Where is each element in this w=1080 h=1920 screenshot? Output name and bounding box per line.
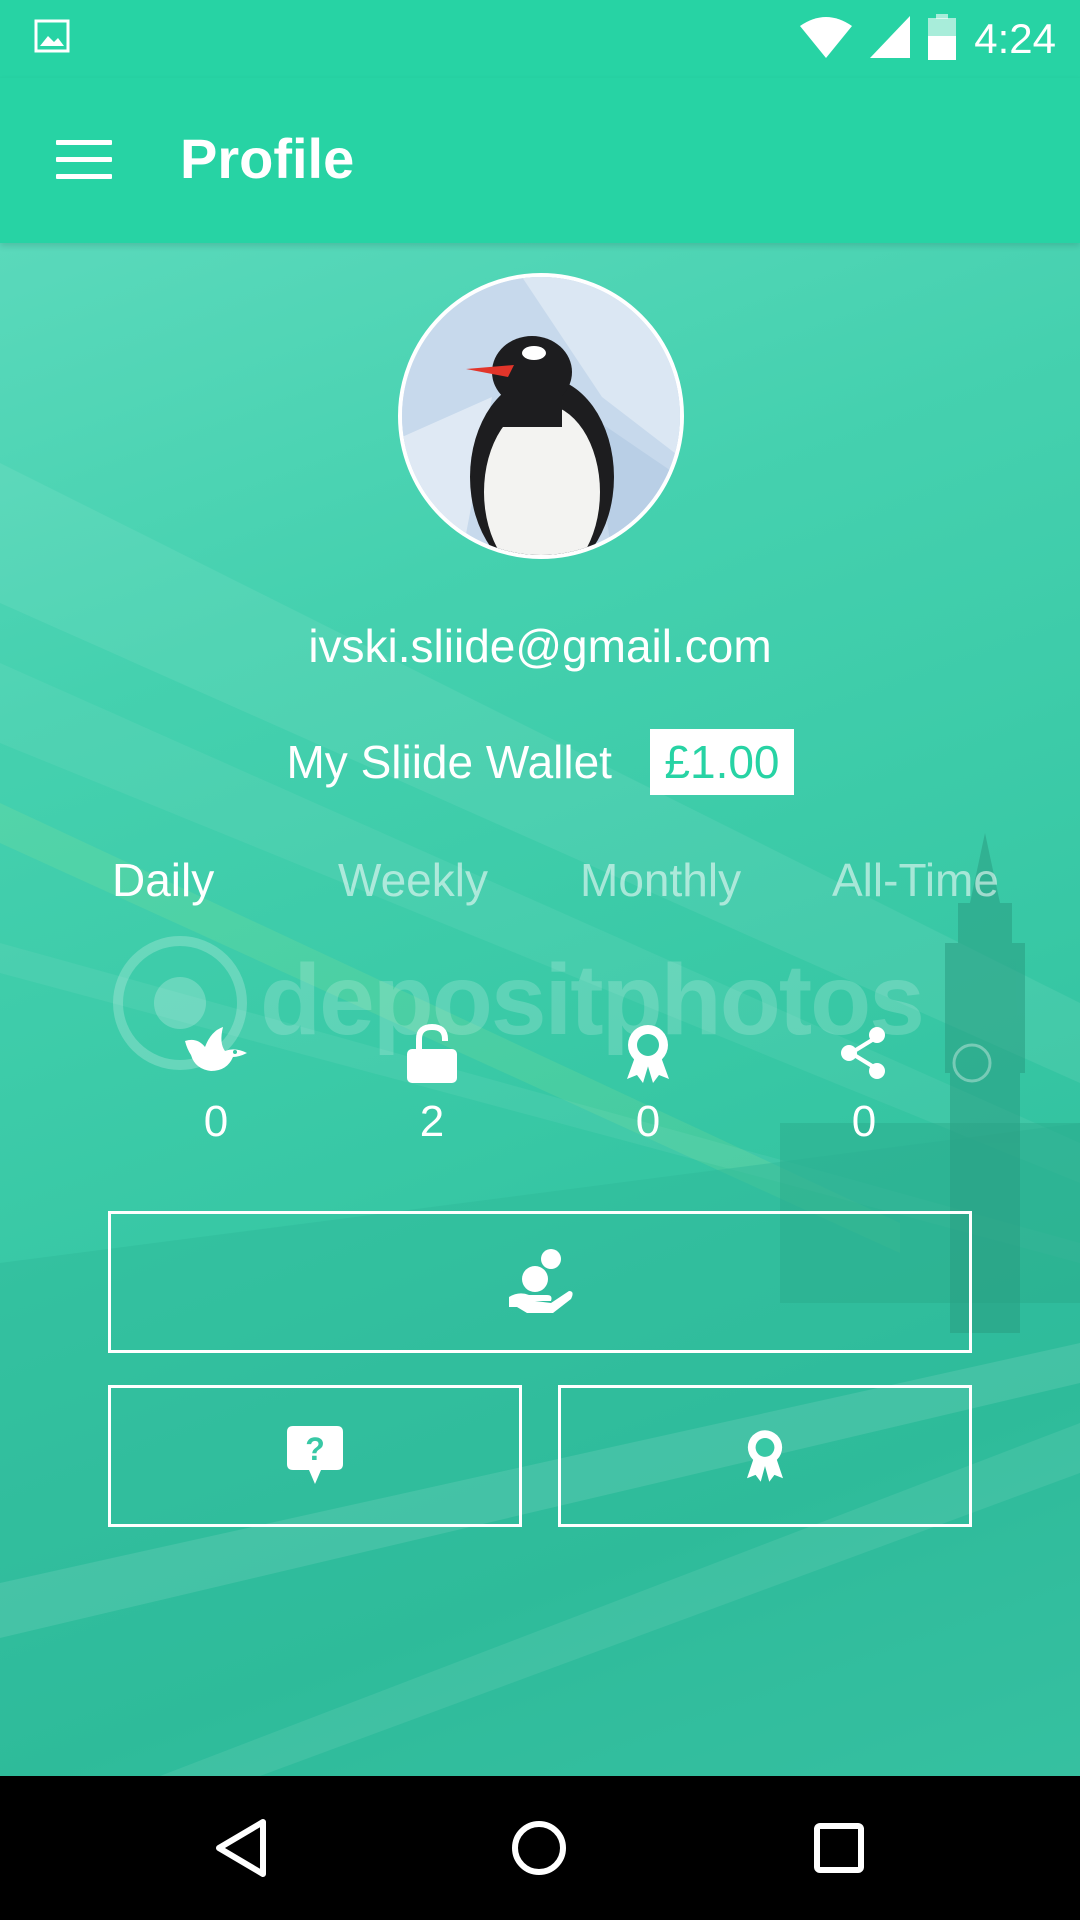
cell-signal-icon (870, 15, 911, 63)
battery-icon (928, 13, 957, 65)
award-icon (747, 1430, 783, 1482)
wallet-row: My Sliide Wallet £1.00 (0, 729, 1080, 795)
share-icon (841, 1027, 885, 1079)
tab-monthly[interactable]: Monthly (580, 853, 741, 907)
back-icon[interactable] (196, 1808, 286, 1888)
stat-count: 0 (851, 1097, 877, 1146)
tab-all-time[interactable]: All-Time (832, 853, 999, 907)
image-notification-icon (34, 18, 70, 59)
stat-count: 0 (635, 1097, 661, 1146)
award-icon (627, 1025, 669, 1083)
svg-text:?: ? (305, 1431, 325, 1467)
rewards-button[interactable] (558, 1385, 972, 1527)
user-email: ivski.sliide@gmail.com (308, 620, 772, 672)
hamburger-menu-icon[interactable] (42, 130, 114, 190)
wallet-label: My Sliide Wallet (286, 736, 612, 788)
home-icon[interactable] (494, 1808, 584, 1888)
stat-count: 0 (203, 1097, 229, 1146)
period-tabs: Daily Weekly Monthly All-Time (0, 853, 1080, 923)
stats-row: 0 2 0 0 (0, 1023, 1080, 1183)
wifi-icon (800, 16, 853, 63)
give-hand-icon (509, 1249, 573, 1313)
wallet-balance: £1.00 (650, 729, 794, 795)
help-button[interactable]: ? (108, 1385, 522, 1527)
unlock-icon (407, 1023, 457, 1083)
stat-award: 0 (578, 1023, 718, 1147)
tab-weekly[interactable]: Weekly (338, 853, 488, 907)
stat-bird: 0 (146, 1023, 286, 1147)
recents-icon[interactable] (794, 1808, 884, 1888)
avatar[interactable] (398, 273, 684, 559)
help-question-icon: ? (287, 1426, 343, 1484)
stat-count: 2 (419, 1097, 445, 1146)
bird-icon (185, 1027, 247, 1071)
status-bar: 4:24 (0, 0, 1080, 78)
profile-content: depositphotos ivski.sliide@gmail.com My … (0, 243, 1080, 1776)
status-time: 4:24 (974, 15, 1056, 62)
tab-daily[interactable]: Daily (112, 853, 214, 907)
stat-unlock: 2 (362, 1023, 502, 1147)
stat-share: 0 (794, 1023, 934, 1147)
system-nav-bar (0, 1776, 1080, 1920)
penguin-avatar-image (402, 277, 680, 555)
app-bar: Profile (0, 78, 1080, 243)
page-title: Profile (180, 127, 355, 190)
give-button[interactable] (108, 1211, 972, 1353)
